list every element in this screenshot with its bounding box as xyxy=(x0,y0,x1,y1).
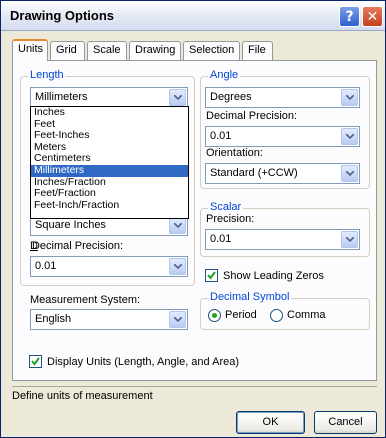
angle-precision-label: Decimal Precision: xyxy=(206,110,298,122)
show-leading-zeros-checkbox[interactable] xyxy=(205,269,218,282)
orientation-label: Orientation: xyxy=(206,147,263,159)
dialog-title: Drawing Options xyxy=(10,8,114,23)
scalar-precision-value: 0.01 xyxy=(210,233,232,245)
drawing-options-dialog: Drawing Options ? ✕ Units Grid Scale Dra… xyxy=(0,0,386,438)
checkmark-icon xyxy=(31,357,40,366)
measurement-system-select[interactable]: English xyxy=(30,309,188,330)
ok-button[interactable]: OK xyxy=(236,411,305,434)
length-units-value: Millimeters xyxy=(35,91,88,103)
chevron-down-icon[interactable] xyxy=(169,311,186,328)
length-precision-label-text: Decimal Precision: xyxy=(31,240,124,252)
show-leading-zeros-label[interactable]: Show Leading Zeros xyxy=(223,270,324,282)
help-button[interactable]: ? xyxy=(339,6,360,27)
angle-precision-select[interactable]: 0.01 xyxy=(205,126,360,147)
scalar-precision-select[interactable]: 0.01 xyxy=(205,229,360,250)
period-label[interactable]: Period xyxy=(225,309,257,321)
length-precision-select[interactable]: 0.01 xyxy=(30,256,188,277)
close-button[interactable]: ✕ xyxy=(362,6,383,27)
help-icon: ? xyxy=(345,9,354,25)
tab-selection[interactable]: Selection xyxy=(183,41,240,60)
length-units-select[interactable]: Millimeters xyxy=(30,87,188,108)
comma-radio[interactable] xyxy=(270,309,283,322)
display-units-checkbox[interactable] xyxy=(29,355,42,368)
orientation-select[interactable]: Standard (+CCW) xyxy=(205,163,360,184)
chevron-down-icon[interactable] xyxy=(341,128,358,145)
cancel-button[interactable]: Cancel xyxy=(314,411,377,434)
tab-units[interactable]: Units xyxy=(12,39,48,61)
checkmark-icon xyxy=(207,271,216,280)
list-item[interactable]: Feet/Fraction xyxy=(31,188,188,200)
chevron-down-icon[interactable] xyxy=(341,231,358,248)
radio-selected-dot xyxy=(212,313,217,318)
angle-group-label: Angle xyxy=(208,69,241,81)
length-precision-value: 0.01 xyxy=(35,260,57,272)
scalar-group-label: Scalar xyxy=(208,201,244,213)
angle-units-value: Degrees xyxy=(210,91,252,103)
length-precision-label: DDecimal Precision: xyxy=(30,240,124,252)
orientation-value: Standard (+CCW) xyxy=(210,167,298,179)
length-group-label: Length xyxy=(28,69,66,81)
chevron-down-icon[interactable] xyxy=(169,89,186,106)
close-icon: ✕ xyxy=(366,9,379,25)
list-item[interactable]: Inches xyxy=(31,106,188,119)
list-item-selected[interactable]: Millimeters xyxy=(31,164,188,177)
display-units-label[interactable]: Display Units (Length, Angle, and Area) xyxy=(47,356,239,368)
length-units-dropdown-list[interactable]: Inches Feet Feet-Inches Meters Centimete… xyxy=(30,106,189,219)
title-bar[interactable]: Drawing Options ? ✕ xyxy=(1,1,385,31)
chevron-down-icon[interactable] xyxy=(341,89,358,106)
period-radio[interactable] xyxy=(208,309,221,322)
scalar-precision-label: Precision: xyxy=(206,213,255,225)
list-item[interactable]: Feet-Inch/Fraction xyxy=(31,199,188,212)
decimal-symbol-group-label: Decimal Symbol xyxy=(208,291,292,303)
comma-label[interactable]: Comma xyxy=(287,309,326,321)
tab-file[interactable]: File xyxy=(242,41,273,60)
status-divider xyxy=(12,386,377,387)
angle-precision-value: 0.01 xyxy=(210,130,232,142)
chevron-down-icon[interactable] xyxy=(169,217,186,234)
measurement-system-value: English xyxy=(35,313,72,325)
angle-units-select[interactable]: Degrees xyxy=(205,87,360,108)
status-text: Define units of measurement xyxy=(12,390,153,402)
measurement-system-label: Measurement System: xyxy=(30,294,141,306)
chevron-down-icon[interactable] xyxy=(341,165,358,182)
tab-scale[interactable]: Scale xyxy=(87,41,127,60)
chevron-down-icon[interactable] xyxy=(169,258,186,275)
tab-grid[interactable]: Grid xyxy=(50,41,85,60)
area-units-value: Square Inches xyxy=(35,219,106,231)
tab-drawing[interactable]: Drawing xyxy=(129,41,181,60)
